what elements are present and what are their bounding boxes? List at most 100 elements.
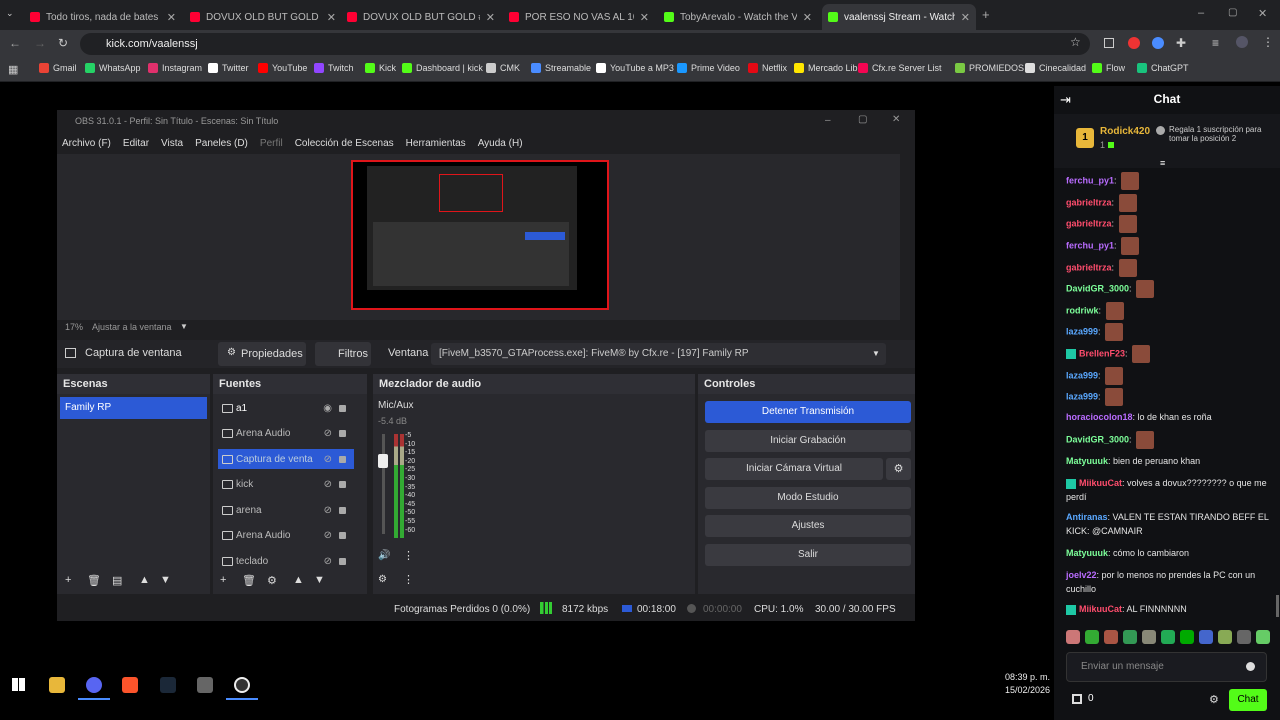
clock[interactable]: 08:39 p. m. 15/02/2026 bbox=[960, 671, 1050, 697]
start-virtual-camera-button[interactable]: Iniciar Cámara Virtual bbox=[705, 458, 883, 480]
obs-menu-item[interactable]: Archivo (F) bbox=[62, 138, 111, 149]
scene-item[interactable]: Family RP bbox=[60, 397, 207, 419]
hidden-eye-icon[interactable]: ⊘ bbox=[324, 479, 332, 490]
emote-icon[interactable] bbox=[1218, 630, 1232, 644]
hidden-eye-icon[interactable]: ⊘ bbox=[324, 556, 332, 567]
close-tab-icon[interactable]: ✕ bbox=[961, 11, 970, 24]
chat-settings-icon[interactable]: ⚙ bbox=[1209, 693, 1219, 706]
emote-icon[interactable] bbox=[1104, 630, 1118, 644]
visible-eye-icon[interactable]: ◉ bbox=[323, 403, 332, 414]
back-icon[interactable]: ← bbox=[9, 36, 21, 50]
reload-icon[interactable]: ↻ bbox=[58, 36, 68, 50]
bookmark-item[interactable]: YouTube bbox=[258, 63, 307, 73]
emote-icon[interactable] bbox=[1123, 630, 1137, 644]
emote-icon[interactable] bbox=[1142, 630, 1156, 644]
obs-menu-item[interactable]: Perfil bbox=[260, 138, 283, 149]
chat-username[interactable]: gabrieltrza bbox=[1066, 218, 1112, 228]
new-tab-button[interactable]: + bbox=[982, 7, 990, 22]
obs-menu-item[interactable]: Ayuda (H) bbox=[478, 138, 523, 149]
discord-icon[interactable] bbox=[86, 677, 102, 693]
source-item[interactable]: Arena Audio ⊘ bbox=[218, 424, 354, 444]
chat-username[interactable]: laza999 bbox=[1066, 391, 1098, 401]
source-item[interactable]: Captura de venta ⊘ bbox=[218, 449, 354, 469]
bookmark-item[interactable]: PROMIEDOS bbox=[955, 63, 1024, 73]
settings-button[interactable]: Ajustes bbox=[705, 515, 911, 537]
fit-dropdown[interactable]: Ajustar a la ventana bbox=[92, 322, 172, 332]
bookmark-star-icon[interactable]: ☆ bbox=[1070, 35, 1081, 49]
brave-icon[interactable] bbox=[122, 677, 138, 693]
chat-input[interactable]: Enviar un mensaje bbox=[1066, 652, 1267, 682]
chevron-down-icon[interactable]: ▼ bbox=[872, 349, 880, 358]
browser-tab[interactable]: vaalenssj Stream - Watch Li ✕ bbox=[822, 4, 976, 30]
expand-icon[interactable]: ≡ bbox=[1160, 158, 1165, 168]
bookmark-item[interactable]: YouTube a MP3 bbox=[596, 63, 674, 73]
gear-icon[interactable]: ⚙ bbox=[267, 574, 277, 587]
puzzle-icon[interactable]: ✚ bbox=[1176, 36, 1186, 50]
chat-scrollbar[interactable] bbox=[1276, 595, 1279, 617]
chat-username[interactable]: laza999 bbox=[1066, 326, 1098, 336]
emote-icon[interactable] bbox=[1161, 630, 1175, 644]
close-tab-icon[interactable]: ✕ bbox=[327, 11, 336, 24]
emote-icon[interactable] bbox=[1066, 630, 1080, 644]
obs-menu-item[interactable]: Vista bbox=[161, 138, 183, 149]
stop-stream-button[interactable]: Detener Transmisión bbox=[705, 401, 911, 423]
emote-icon[interactable] bbox=[1180, 630, 1194, 644]
chat-username[interactable]: Antiranas bbox=[1066, 512, 1108, 522]
source-item[interactable]: kick ⊘ bbox=[218, 475, 354, 495]
bookmark-item[interactable]: Gmail bbox=[39, 63, 77, 73]
bookmark-item[interactable]: Mercado Libre bbox=[794, 63, 866, 73]
chat-username[interactable]: horaciocolon18 bbox=[1066, 412, 1133, 422]
bookmark-item[interactable]: Instagram bbox=[148, 63, 202, 73]
browser-tab[interactable]: DOVUX OLD BUT GOLD #4 - Yo ✕ bbox=[184, 4, 342, 30]
filter-icon[interactable]: ▤ bbox=[112, 574, 122, 587]
pinned-user[interactable]: Rodick420 bbox=[1100, 126, 1150, 137]
address-bar[interactable]: kick.com/vaalenssj bbox=[80, 33, 1090, 55]
lock-icon[interactable] bbox=[339, 430, 346, 437]
obs-menu-item[interactable]: Paneles (D) bbox=[195, 138, 248, 149]
source-item[interactable]: Arena Audio ⊘ bbox=[218, 526, 354, 546]
move-up-icon[interactable]: ▲ bbox=[293, 574, 304, 586]
emoji-icon[interactable] bbox=[1246, 662, 1255, 671]
forward-icon[interactable]: → bbox=[34, 36, 46, 50]
bookmark-item[interactable]: Cfx.re Server List bbox=[858, 63, 942, 73]
add-scene-icon[interactable]: + bbox=[65, 574, 71, 586]
speaker-icon[interactable]: 🔊 bbox=[378, 550, 390, 561]
chat-username[interactable]: ferchu_py1 bbox=[1066, 240, 1114, 250]
cast-icon[interactable] bbox=[1104, 38, 1114, 48]
move-down-icon[interactable]: ▼ bbox=[314, 574, 325, 586]
move-up-icon[interactable]: ▲ bbox=[139, 574, 150, 586]
browser-tab[interactable]: Todo tiros, nada de bates | J7 V ✕ bbox=[24, 4, 182, 30]
steam-icon[interactable] bbox=[160, 677, 176, 693]
chat-username[interactable]: Matyuuuk bbox=[1066, 548, 1108, 558]
source-item[interactable]: teclado ⊘ bbox=[218, 551, 354, 571]
gear-icon[interactable]: ⚙ bbox=[886, 458, 911, 480]
chat-username[interactable]: MiikuuCat bbox=[1079, 604, 1122, 614]
gift-icon[interactable] bbox=[1072, 694, 1082, 704]
close-tab-icon[interactable]: ✕ bbox=[803, 11, 812, 24]
chat-username[interactable]: ferchu_py1 bbox=[1066, 175, 1114, 185]
bookmark-item[interactable]: Cinecalidad bbox=[1025, 63, 1086, 73]
chat-username[interactable]: rodriwk bbox=[1066, 305, 1099, 315]
close-tab-icon[interactable]: ✕ bbox=[486, 11, 495, 24]
lock-icon[interactable] bbox=[339, 557, 346, 565]
chat-username[interactable]: Matyuuuk bbox=[1066, 456, 1108, 466]
chat-username[interactable]: joelv22 bbox=[1066, 570, 1097, 580]
hidden-eye-icon[interactable]: ⊘ bbox=[324, 505, 332, 516]
lock-icon[interactable] bbox=[339, 455, 346, 463]
lock-icon[interactable] bbox=[339, 506, 346, 514]
chat-username[interactable]: gabrieltrza bbox=[1066, 197, 1112, 207]
emote-icon[interactable] bbox=[1256, 630, 1270, 644]
bookmark-item[interactable]: Dashboard | kick bbox=[402, 63, 483, 73]
trash-icon[interactable]: 🗑 bbox=[242, 574, 256, 587]
emote-icon[interactable] bbox=[1199, 630, 1213, 644]
bookmark-item[interactable]: Flow bbox=[1092, 63, 1125, 73]
bookmark-item[interactable]: WhatsApp bbox=[85, 63, 141, 73]
source-item[interactable]: a1 ◉ bbox=[218, 398, 354, 418]
bookmark-item[interactable]: ChatGPT bbox=[1137, 63, 1189, 73]
chat-username[interactable]: BrellenF23 bbox=[1079, 348, 1125, 358]
window-select[interactable]: [FiveM_b3570_GTAProcess.exe]: FiveM® by … bbox=[431, 343, 886, 365]
bookmark-item[interactable]: Streamable bbox=[531, 63, 591, 73]
close-tab-icon[interactable]: ✕ bbox=[640, 11, 649, 24]
bookmark-item[interactable]: Netflix bbox=[748, 63, 787, 73]
start-recording-button[interactable]: Iniciar Grabación bbox=[705, 430, 911, 452]
